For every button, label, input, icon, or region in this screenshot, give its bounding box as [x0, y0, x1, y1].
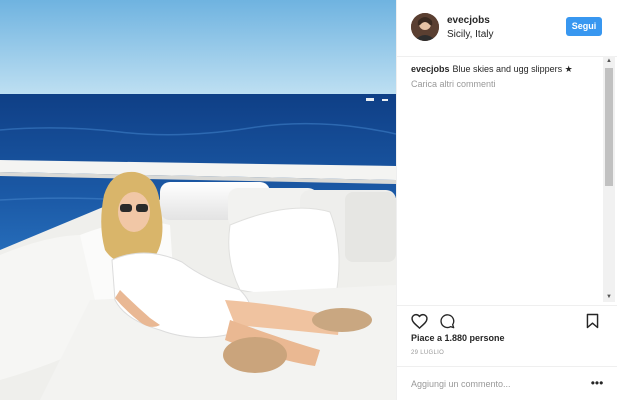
post-sidebar: evecjobs Sicily, Italy Segui evecjobs Blu…: [396, 0, 617, 400]
post-modal: evecjobs Sicily, Italy Segui evecjobs Blu…: [0, 0, 617, 400]
username-link[interactable]: evecjobs: [447, 15, 490, 26]
photo-illustration: [0, 0, 396, 400]
post-photo[interactable]: [0, 0, 396, 400]
load-more-comments-link[interactable]: Carica altri commenti: [411, 79, 496, 89]
comment-input[interactable]: [411, 377, 571, 391]
caption-text: Blue skies and ugg slippers: [452, 64, 563, 74]
add-comment-bar: •••: [397, 366, 617, 401]
heart-icon[interactable]: [411, 313, 428, 329]
avatar-image: [411, 13, 439, 41]
more-options-icon[interactable]: •••: [590, 376, 604, 390]
scroll-down-arrow-icon[interactable]: ▼: [603, 292, 615, 302]
post-caption: evecjobs Blue skies and ugg slippers ★: [411, 63, 596, 75]
location-link[interactable]: Sicily, Italy: [447, 29, 494, 40]
scrollbar-thumb[interactable]: [605, 68, 613, 186]
caption-username-link[interactable]: evecjobs: [411, 64, 450, 74]
comments-section: evecjobs Blue skies and ugg slippers ★ Ca…: [397, 56, 617, 302]
comments-scrollbar[interactable]: ▲ ▼: [603, 56, 615, 302]
avatar[interactable]: [411, 13, 439, 41]
post-actions: [397, 305, 617, 336]
likes-count[interactable]: Piace a 1.880 persone: [411, 333, 505, 343]
scroll-up-arrow-icon[interactable]: ▲: [603, 56, 615, 66]
bookmark-icon[interactable]: [586, 313, 599, 329]
star-emoji: ★: [564, 64, 573, 74]
comment-icon[interactable]: [439, 313, 455, 329]
follow-button[interactable]: Segui: [566, 17, 602, 36]
post-header: evecjobs Sicily, Italy Segui: [397, 0, 617, 57]
post-date[interactable]: 29 LUGLIO: [411, 350, 444, 356]
